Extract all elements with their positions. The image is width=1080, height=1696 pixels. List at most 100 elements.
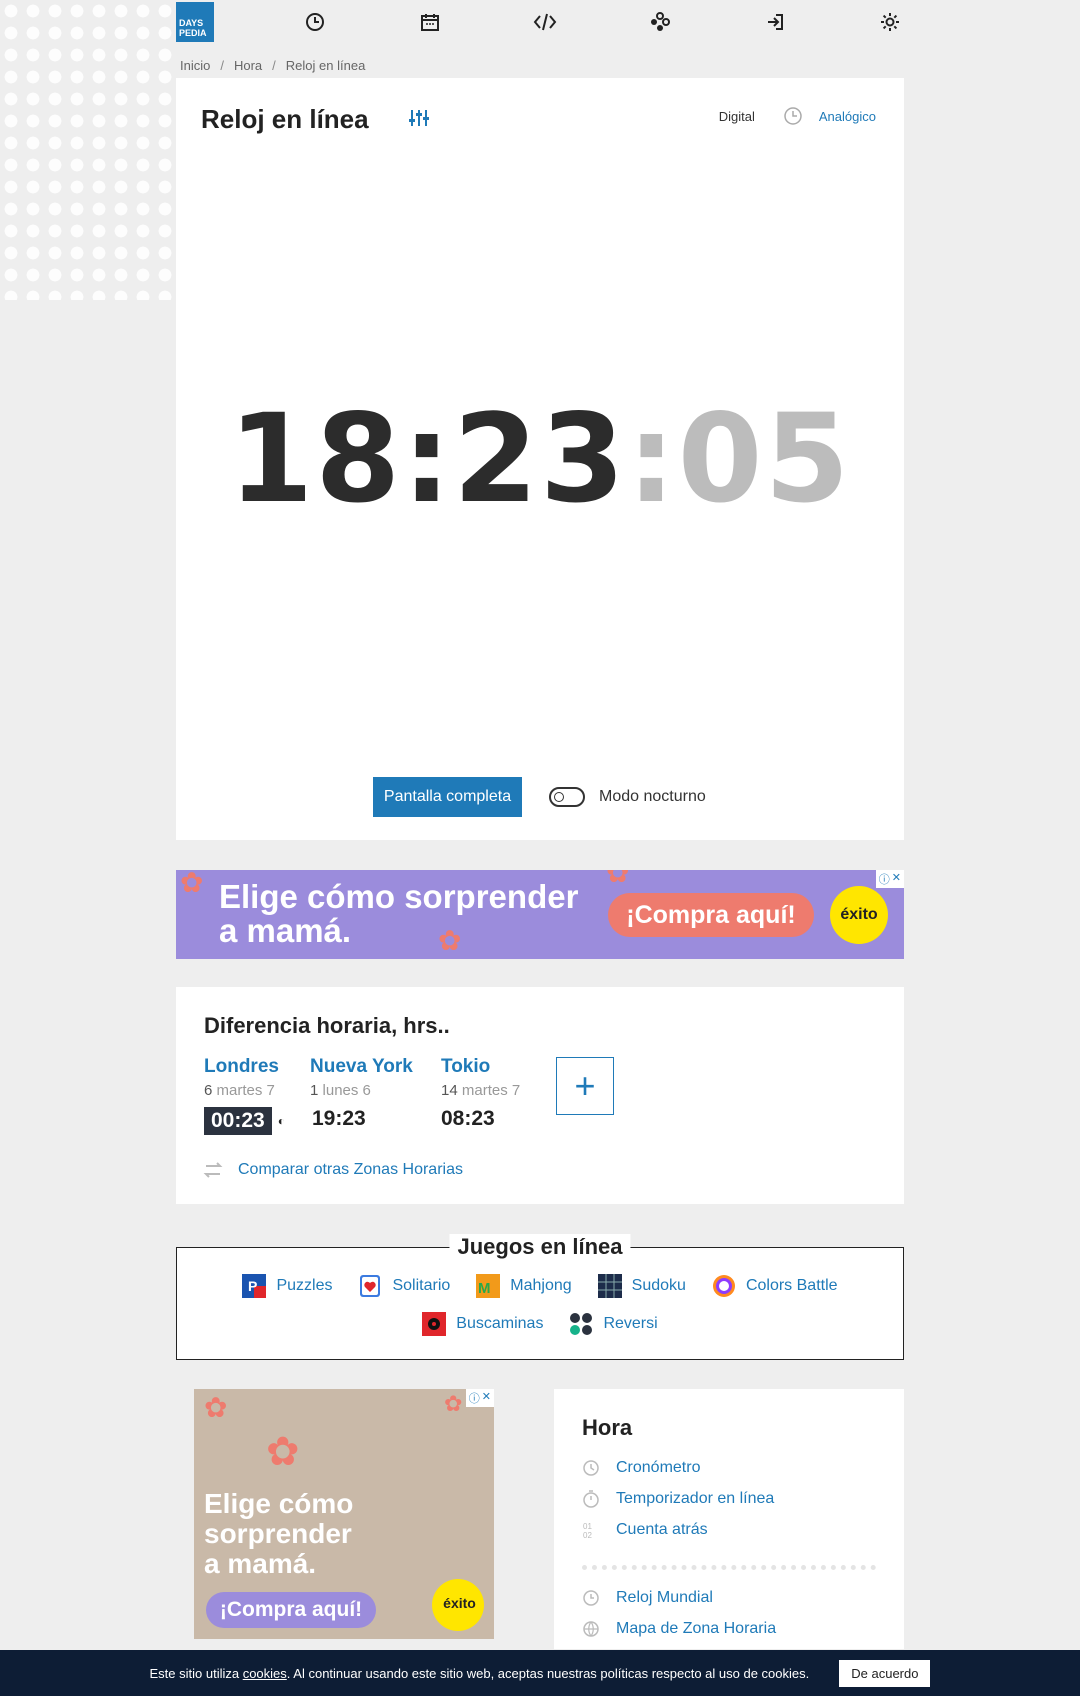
code-icon[interactable]: [531, 8, 559, 36]
cookie-text-before: Este sitio utiliza: [149, 1665, 243, 1681]
side-menu-title: Hora: [582, 1415, 633, 1440]
game-minesweeper[interactable]: Buscaminas: [422, 1312, 543, 1336]
dayspedia-logo[interactable]: DAYS PEDIA: [176, 2, 214, 42]
ad-banner[interactable]: ✿ ✿ ✿ Elige cómo sorprender a mamá. ¡Com…: [176, 870, 904, 959]
link-timer[interactable]: Temporizador en línea: [582, 1490, 774, 1508]
clock-icon: [583, 1590, 599, 1606]
mode-analog[interactable]: Analógico: [783, 106, 876, 126]
clock-hours-minutes: 18:23: [228, 388, 627, 530]
background-dots: [0, 0, 180, 300]
game-label: Sudoku: [631, 1277, 686, 1294]
gear-icon[interactable]: [876, 8, 904, 36]
svg-text:P: P: [248, 1278, 257, 1294]
time-side-menu: Hora Cronómetro Temporizador en línea 01…: [554, 1389, 904, 1649]
toggle-switch[interactable]: [549, 787, 585, 807]
ad-cta-button[interactable]: ¡Compra aquí!: [608, 893, 814, 937]
ad-headline: Elige cómo sorprender a mamá.: [219, 880, 578, 948]
game-label: Buscaminas: [456, 1315, 544, 1332]
city-date: 6 martes 7: [204, 1082, 285, 1099]
breadcrumb-home[interactable]: Inicio: [180, 58, 210, 73]
heart-decoration-icon: ✿: [606, 870, 630, 888]
city-name[interactable]: Tokio: [441, 1056, 520, 1078]
svg-text:01: 01: [583, 1522, 592, 1531]
night-moon-icon: ◐: [277, 1114, 285, 1128]
breadcrumb: Inicio / Hora / Reloj en línea: [180, 58, 365, 73]
games-title: Juegos en línea: [449, 1234, 631, 1260]
game-solitaire[interactable]: Solitario: [358, 1274, 450, 1298]
toggle-knob: [554, 792, 564, 802]
cookie-message: Este sitio utiliza cookies. Al continuar…: [150, 1666, 810, 1681]
city-time: 08:23: [441, 1107, 520, 1131]
game-mahjong[interactable]: M Mahjong: [476, 1274, 572, 1298]
link-timezone-map[interactable]: Mapa de Zona Horaria: [582, 1620, 776, 1638]
game-label: Colors Battle: [745, 1277, 838, 1294]
ad-close-icon[interactable]: ✕: [482, 1390, 491, 1406]
games-icon[interactable]: [646, 8, 674, 36]
game-puzzles[interactable]: P Puzzles: [242, 1274, 332, 1298]
night-mode-toggle[interactable]: Modo nocturno: [549, 787, 706, 807]
colors-battle-icon: [712, 1275, 735, 1297]
stopwatch-icon: [583, 1460, 599, 1476]
login-icon[interactable]: [761, 8, 789, 36]
ad-info-icon[interactable]: ⓘ: [879, 871, 890, 887]
game-label: Mahjong: [510, 1277, 572, 1294]
game-colors-battle[interactable]: Colors Battle: [712, 1274, 838, 1298]
games-row: Buscaminas Reversi: [177, 1312, 903, 1336]
compare-timezones-link[interactable]: Comparar otras Zonas Horarias: [202, 1160, 463, 1180]
city-offset: 1: [310, 1082, 319, 1099]
game-label: Reversi: [603, 1315, 658, 1332]
link-stopwatch[interactable]: Cronómetro: [582, 1459, 700, 1477]
time-difference-title: Diferencia horaria, hrs..: [204, 1013, 450, 1038]
city-date: 14 martes 7: [441, 1082, 520, 1099]
link-world-clock[interactable]: Reloj Mundial: [582, 1589, 713, 1607]
time-difference-panel: Diferencia horaria, hrs.. Londres 6 mart…: [176, 987, 904, 1204]
link-label: Reloj Mundial: [616, 1589, 713, 1606]
city-tokyo: Tokio 14 martes 7 08:23: [441, 1056, 520, 1131]
city-name[interactable]: Nueva York: [310, 1056, 413, 1078]
ad-info-icon[interactable]: ⓘ: [469, 1390, 480, 1406]
logo-text-2: PEDIA: [179, 28, 207, 38]
ad-choices[interactable]: ⓘ ✕: [465, 1389, 494, 1407]
ad-choices[interactable]: ⓘ ✕: [875, 870, 904, 888]
cookie-policy-link[interactable]: cookies: [243, 1666, 287, 1681]
side-menu-divider: [582, 1565, 876, 1570]
ad-brand-logo: éxito: [830, 886, 888, 944]
game-label: Puzzles: [276, 1277, 333, 1294]
clock-panel: Reloj en línea Digital Analógico 18:23:0…: [176, 78, 904, 840]
solitaire-icon: [360, 1275, 381, 1297]
svg-text:M: M: [478, 1280, 491, 1297]
puzzles-icon: P: [242, 1274, 267, 1298]
analog-clock-icon: [784, 107, 802, 125]
mode-analog-label: Analógico: [818, 108, 876, 124]
fullscreen-button[interactable]: Pantalla completa: [373, 777, 522, 817]
heart-decoration-icon: ✿: [444, 1391, 463, 1416]
clock-colon: :: [626, 388, 678, 530]
heart-decoration-icon: ✿: [204, 1392, 228, 1423]
page-title: Reloj en línea: [201, 104, 369, 134]
cookie-text-after: . Al continuar usando este sitio web, ac…: [286, 1665, 810, 1681]
ad-close-icon[interactable]: ✕: [892, 871, 901, 887]
city-time-value: 00:23: [204, 1107, 272, 1135]
breadcrumb-hora[interactable]: Hora: [234, 58, 262, 73]
heart-decoration-icon: ✿: [266, 1430, 300, 1474]
link-label: Cuenta atrás: [616, 1521, 708, 1538]
clock-seconds: 05: [677, 388, 852, 530]
games-row: P Puzzles Solitario M Mahjong Sudoku Col…: [177, 1274, 903, 1298]
mode-digital[interactable]: Digital: [719, 109, 755, 124]
city-day: lunes 6: [322, 1082, 371, 1099]
city-name[interactable]: Londres: [204, 1056, 285, 1078]
game-sudoku[interactable]: Sudoku: [597, 1274, 686, 1298]
calendar-icon[interactable]: [416, 8, 444, 36]
city-london: Londres 6 martes 7 00:23 ◐: [204, 1056, 285, 1135]
sliders-icon[interactable]: [408, 108, 430, 133]
clock-icon[interactable]: [301, 8, 329, 36]
cookie-accept-button[interactable]: De acuerdo: [839, 1659, 931, 1687]
city-time: 00:23 ◐: [204, 1107, 285, 1135]
link-countdown[interactable]: 01 02 Cuenta atrás: [582, 1521, 708, 1539]
ad-box[interactable]: ✿ ✿ ✿ Elige cómo sorprender a mamá. ¡Com…: [194, 1389, 494, 1639]
add-city-button[interactable]: +: [556, 1057, 614, 1115]
game-reversi[interactable]: Reversi: [569, 1312, 658, 1336]
ad-box-cta[interactable]: ¡Compra aquí!: [206, 1592, 376, 1628]
ad-box-brand-logo: éxito: [432, 1579, 484, 1631]
breadcrumb-current: Reloj en línea: [285, 58, 366, 73]
